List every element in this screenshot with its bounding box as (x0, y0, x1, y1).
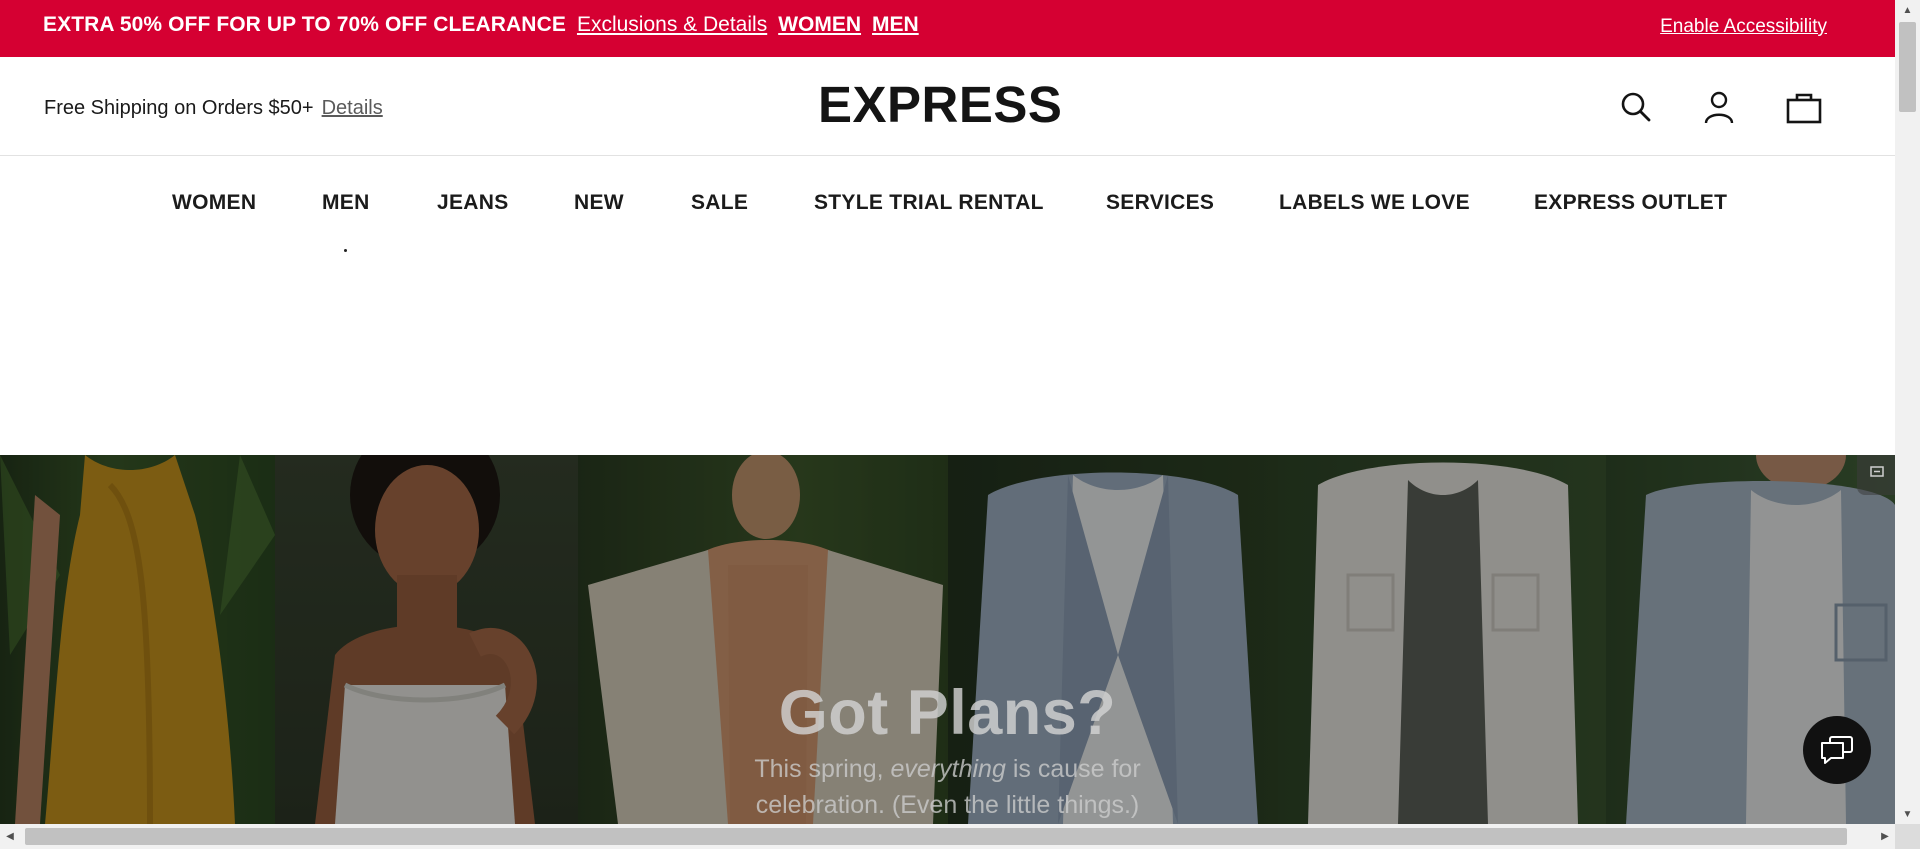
scrollbar-corner (1895, 824, 1920, 849)
hero-subtitle-emphasis: everything (890, 755, 1006, 783)
promo-men-link[interactable]: MEN (872, 13, 919, 37)
shopping-bag-icon[interactable] (1785, 89, 1823, 125)
browser-viewport: EXTRA 50% OFF FOR UP TO 70% OFF CLEARANC… (0, 0, 1895, 824)
hero-subtitle-pre: This spring, (754, 755, 891, 783)
nav-item-men[interactable]: MEN (322, 191, 370, 215)
nav-item-women[interactable]: WOMEN (172, 191, 256, 215)
site-header: Free Shipping on Orders $50+ Details EXPR… (0, 57, 1895, 156)
promo-women-link[interactable]: WOMEN (778, 13, 861, 37)
shipping-details-link[interactable]: Details (322, 97, 383, 119)
nav-item-new[interactable]: NEW (574, 191, 624, 215)
shipping-message: Free Shipping on Orders $50+ Details (44, 97, 383, 120)
scroll-right-arrow[interactable]: ▶ (1875, 824, 1895, 849)
enable-accessibility-link[interactable]: Enable Accessibility (1660, 16, 1827, 38)
nav-item-labels-we-love[interactable]: LABELS WE LOVE (1279, 191, 1470, 215)
promo-banner: EXTRA 50% OFF FOR UP TO 70% OFF CLEARANC… (0, 0, 1895, 57)
hero-banner[interactable]: Got Plans? This spring, everything is ca… (0, 455, 1895, 824)
shipping-text: Free Shipping on Orders $50+ (44, 97, 314, 119)
vertical-scroll-thumb[interactable] (1899, 22, 1916, 112)
nav-item-services[interactable]: SERVICES (1106, 191, 1214, 215)
promo-text: EXTRA 50% OFF FOR UP TO 70% OFF CLEARANC… (43, 13, 566, 36)
horizontal-scrollbar[interactable]: ◀ ▶ (0, 824, 1920, 849)
nav-active-indicator (344, 249, 347, 252)
hero-subtitle: This spring, everything is cause for cel… (0, 751, 1895, 823)
search-icon[interactable] (1618, 89, 1654, 125)
chat-bubble-icon (1821, 736, 1853, 764)
scroll-up-arrow[interactable]: ▲ (1895, 0, 1920, 20)
promo-content: EXTRA 50% OFF FOR UP TO 70% OFF CLEARANC… (43, 13, 919, 37)
nav-item-express-outlet[interactable]: EXPRESS OUTLET (1534, 191, 1727, 215)
chat-button[interactable] (1803, 716, 1871, 784)
scroll-down-arrow[interactable]: ▼ (1895, 804, 1920, 824)
main-navigation: WOMEN MEN JEANS NEW SALE STYLE TRIAL REN… (0, 157, 1895, 247)
nav-item-jeans[interactable]: JEANS (437, 191, 509, 215)
hero-subtitle-line2: celebration. (Even the little things.) (755, 791, 1140, 819)
express-logo[interactable]: EXPRESS (818, 75, 1062, 134)
feedback-tab[interactable] (1857, 455, 1895, 495)
horizontal-scroll-thumb[interactable] (25, 828, 1847, 845)
nav-item-sale[interactable]: SALE (691, 191, 748, 215)
hero-title: Got Plans? (778, 678, 1117, 748)
account-icon[interactable] (1701, 89, 1737, 125)
promo-exclusions-link[interactable]: Exclusions & Details (577, 13, 767, 37)
scroll-left-arrow[interactable]: ◀ (0, 824, 20, 849)
hero-subtitle-post: is cause for (1005, 755, 1141, 783)
nav-item-style-trial-rental[interactable]: STYLE TRIAL RENTAL (814, 191, 1044, 215)
vertical-scrollbar[interactable]: ▲ ▼ (1895, 0, 1920, 824)
